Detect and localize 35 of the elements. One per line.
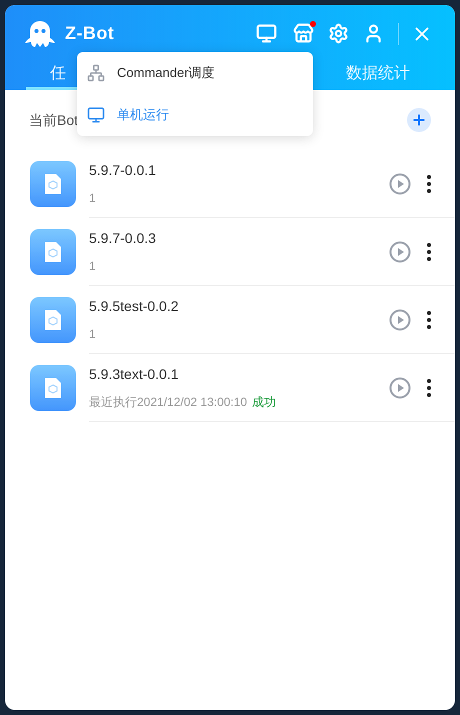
task-detail: 1: [89, 258, 96, 275]
task-name: 5.9.7-0.0.1: [89, 161, 157, 180]
hierarchy-icon: [87, 64, 105, 82]
menu-item[interactable]: 单机运行: [77, 94, 313, 136]
more-button[interactable]: [427, 378, 431, 396]
task-detail: 最近执行2021/12/02 13:00:10: [89, 394, 248, 411]
more-icon: [427, 242, 431, 260]
add-button[interactable]: [407, 108, 431, 132]
task-detail: 1: [89, 326, 96, 343]
plus-icon: [411, 112, 427, 128]
tab[interactable]: 数据统计: [346, 60, 410, 90]
more-button[interactable]: [427, 174, 431, 192]
monitor-icon: [87, 106, 105, 124]
menu-item[interactable]: Commander调度: [77, 52, 313, 94]
play-button[interactable]: [389, 376, 411, 398]
more-button[interactable]: [427, 242, 431, 260]
file-icon: [30, 229, 76, 275]
file-icon: [30, 365, 76, 411]
app-title: Z-Bot: [65, 22, 114, 45]
file-icon: [30, 297, 76, 343]
more-icon: [427, 310, 431, 328]
task-detail: 1: [89, 190, 96, 207]
more-button[interactable]: [427, 310, 431, 328]
more-icon: [427, 378, 431, 396]
more-icon: [427, 174, 431, 192]
task-name: 5.9.3text-0.0.1: [89, 365, 180, 384]
play-button[interactable]: [389, 240, 411, 262]
task-name: 5.9.5test-0.0.2: [89, 297, 180, 316]
task-name: 5.9.7-0.0.3: [89, 229, 157, 248]
task-status: 成功: [252, 394, 276, 411]
play-button[interactable]: [389, 308, 411, 330]
octopus-logo-icon: [25, 18, 55, 48]
section-title: 当前Bot: [29, 110, 78, 130]
play-button[interactable]: [389, 172, 411, 194]
file-icon: [30, 161, 76, 207]
